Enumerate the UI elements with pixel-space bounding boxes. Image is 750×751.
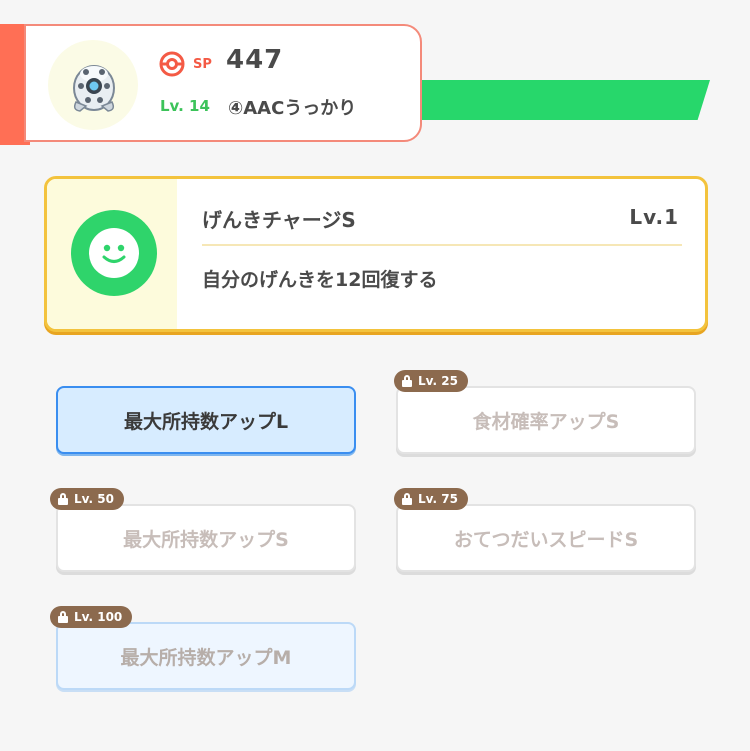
lock-badge: Lv. 75: [394, 488, 468, 510]
lock-level: Lv. 25: [418, 374, 458, 388]
lock-level: Lv. 75: [418, 492, 458, 506]
pokemon-sprite-icon: [73, 65, 115, 112]
sub-skill-slot-2[interactable]: 食材確率アップS: [396, 386, 696, 454]
lock-icon: [58, 493, 68, 505]
pokemon-avatar[interactable]: [48, 40, 138, 130]
lock-badge: Lv. 100: [50, 606, 133, 628]
sp-value: 447: [226, 45, 284, 75]
header-stripe: [400, 80, 710, 120]
lock-badge: Lv. 50: [50, 488, 124, 510]
sub-skill-slot-3[interactable]: 最大所持数アップS: [56, 504, 356, 572]
main-skill-card[interactable]: げんきチャージS Lv.1 自分のげんきを12回復する: [44, 176, 708, 332]
pokemon-level: Lv. 14: [160, 97, 210, 115]
sp-pokeball-icon: [159, 51, 185, 77]
smiley-face-icon: [71, 210, 157, 296]
lock-icon: [402, 375, 412, 387]
lock-icon: [402, 493, 412, 505]
main-skill-name: げんきチャージS: [202, 208, 356, 232]
main-skill-icon-panel: [47, 179, 177, 329]
sub-skill-label: 最大所持数アップS: [123, 528, 289, 551]
sp-label: SP: [193, 57, 212, 72]
main-skill-level: Lv.1: [629, 205, 679, 229]
sub-skill-slot-5[interactable]: 最大所持数アップM: [56, 622, 356, 690]
divider: [202, 244, 682, 246]
sub-skill-label: 最大所持数アップL: [123, 410, 289, 433]
pokemon-name: ④AACうっかり: [228, 98, 357, 119]
sub-skill-slot-4[interactable]: おてつだいスピードS: [396, 504, 696, 572]
lock-level: Lv. 50: [74, 492, 114, 506]
sub-skill-label: 食材確率アップS: [472, 410, 620, 433]
lock-icon: [58, 611, 68, 623]
sub-skill-slot-1[interactable]: 最大所持数アップL: [56, 386, 356, 454]
lock-badge: Lv. 25: [394, 370, 468, 392]
sub-skill-label: おてつだいスピードS: [453, 528, 639, 551]
main-skill-description: 自分のげんきを12回復する: [202, 269, 438, 291]
lock-level: Lv. 100: [74, 610, 123, 624]
sub-skill-label: 最大所持数アップM: [120, 646, 292, 669]
